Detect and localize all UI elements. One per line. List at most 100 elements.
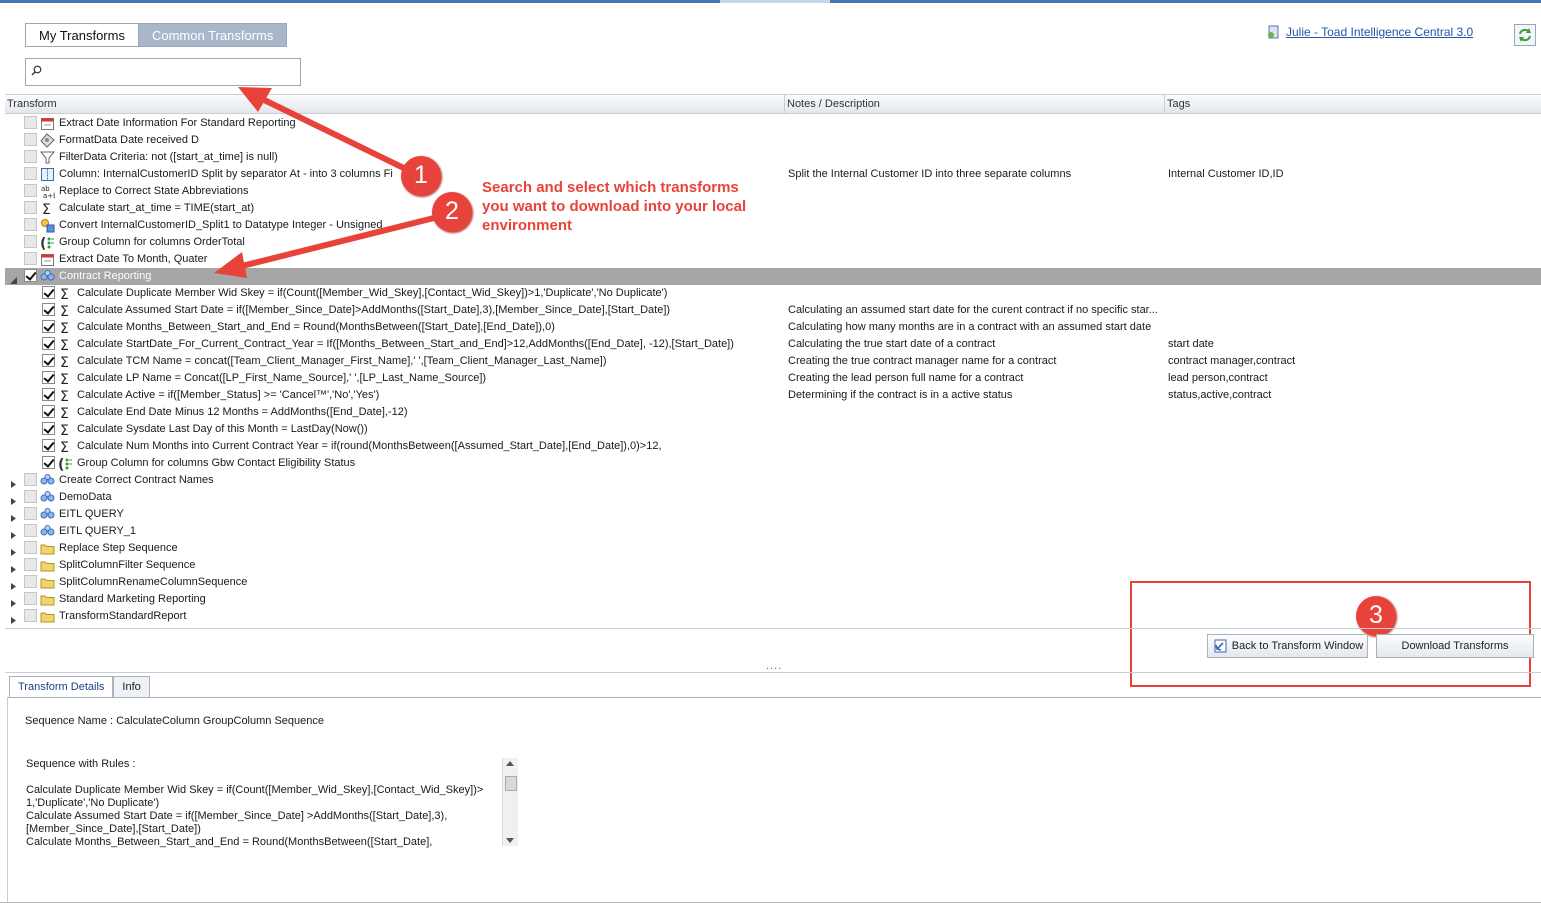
row-checkbox[interactable] bbox=[24, 558, 37, 571]
tree-group-row[interactable]: DemoData bbox=[5, 489, 1541, 506]
tab-info[interactable]: Info bbox=[113, 676, 150, 698]
table-row[interactable]: Extract Date Information For Standard Re… bbox=[5, 115, 1541, 132]
row-checkbox[interactable] bbox=[42, 405, 55, 418]
row-checkbox[interactable] bbox=[24, 473, 37, 486]
row-checkbox[interactable] bbox=[24, 167, 37, 180]
expand-icon[interactable] bbox=[10, 528, 17, 539]
table-row[interactable]: Σ Calculate Sysdate Last Day of this Mont… bbox=[5, 421, 1541, 439]
table-row[interactable]: Extract Date To Month, Quater bbox=[5, 251, 1541, 268]
row-checkbox[interactable] bbox=[24, 133, 37, 146]
row-checkbox[interactable] bbox=[42, 371, 55, 384]
step-badge-1: 1 bbox=[401, 156, 441, 196]
svg-text:Σ: Σ bbox=[60, 287, 69, 301]
row-checkbox[interactable] bbox=[24, 507, 37, 520]
table-row[interactable]: Σ Calculate End Date Minus 12 Months = Ad… bbox=[5, 404, 1541, 422]
tree-group-row[interactable]: Create Correct Contract Names bbox=[5, 472, 1541, 489]
table-row[interactable]: Convert InternalCustomerID_Split1 to Dat… bbox=[5, 217, 1541, 234]
table-row[interactable]: Σ Calculate StartDate_For_Current_Contrac… bbox=[5, 336, 1541, 354]
row-checkbox[interactable] bbox=[24, 218, 37, 231]
tree-group-row[interactable]: EITL QUERY bbox=[5, 506, 1541, 523]
table-row[interactable]: Σ Calculate Assumed Start Date = if([Memb… bbox=[5, 302, 1541, 320]
row-checkbox[interactable] bbox=[42, 439, 55, 452]
row-checkbox[interactable] bbox=[24, 490, 37, 503]
tree-group-row[interactable]: Contract Reporting bbox=[5, 268, 1541, 285]
row-checkbox[interactable] bbox=[24, 609, 37, 622]
table-row[interactable]: FilterData Criteria: not ([start_at_time… bbox=[5, 149, 1541, 166]
tree-group-row[interactable]: SplitColumnFilter Sequence bbox=[5, 557, 1541, 574]
scroll-down-icon[interactable] bbox=[506, 838, 514, 843]
step-badge-2: 2 bbox=[432, 192, 472, 232]
row-label: Column: InternalCustomerID Split by sepa… bbox=[59, 168, 393, 180]
table-row[interactable]: (Group Column for columns OrderTotal bbox=[5, 234, 1541, 252]
row-checkbox[interactable] bbox=[42, 422, 55, 435]
row-checkbox[interactable] bbox=[42, 303, 55, 316]
row-checkbox[interactable] bbox=[24, 524, 37, 537]
row-checkbox[interactable] bbox=[24, 541, 37, 554]
row-label: FilterData Criteria: not ([start_at_time… bbox=[59, 151, 278, 163]
scroll-up-icon[interactable] bbox=[506, 761, 514, 766]
row-checkbox[interactable] bbox=[42, 354, 55, 367]
table-row[interactable]: Σ Calculate TCM Name = concat([Team_Clien… bbox=[5, 353, 1541, 371]
table-row[interactable]: Σ Calculate Num Months into Current Contr… bbox=[5, 438, 1541, 456]
expand-icon[interactable] bbox=[10, 613, 17, 624]
column-header-tags[interactable]: Tags bbox=[1165, 95, 1541, 114]
replace-icon: aba+b bbox=[40, 184, 58, 200]
row-label: Create Correct Contract Names bbox=[59, 474, 214, 486]
table-row[interactable]: Σ Calculate start_at_time = TIME(start_at… bbox=[5, 200, 1541, 218]
expand-icon[interactable] bbox=[10, 562, 17, 573]
folder-icon bbox=[40, 558, 55, 573]
row-checkbox[interactable] bbox=[42, 286, 55, 299]
row-checkbox[interactable] bbox=[24, 269, 37, 282]
folder-icon bbox=[40, 609, 55, 624]
table-row[interactable]: Σ Calculate Duplicate Member Wid Skey = i… bbox=[5, 285, 1541, 303]
row-checkbox[interactable] bbox=[24, 184, 37, 197]
sequence-icon bbox=[40, 269, 55, 284]
rules-scrollbar[interactable] bbox=[502, 758, 518, 846]
table-row[interactable]: Σ Calculate Active = if([Member_Status] >… bbox=[5, 387, 1541, 405]
expand-icon[interactable] bbox=[10, 477, 17, 488]
column-header-transform[interactable]: Transform bbox=[5, 95, 785, 114]
table-row[interactable]: Σ Calculate Months_Between_Start_and_End … bbox=[5, 319, 1541, 337]
tab-my-transforms[interactable]: My Transforms bbox=[25, 23, 139, 47]
back-to-transform-window-button[interactable]: Back to Transform Window bbox=[1207, 634, 1368, 658]
row-checkbox[interactable] bbox=[42, 337, 55, 350]
splitter-grip[interactable]: .... bbox=[766, 660, 782, 672]
row-checkbox[interactable] bbox=[42, 320, 55, 333]
table-row[interactable]: Σ Calculate LP Name = Concat([LP_First_Na… bbox=[5, 370, 1541, 388]
table-row[interactable]: aba+bReplace to Correct State Abbreviati… bbox=[5, 183, 1541, 200]
expand-icon[interactable] bbox=[10, 511, 17, 522]
tab-transform-details[interactable]: Transform Details bbox=[9, 676, 114, 698]
expand-icon[interactable] bbox=[10, 494, 17, 505]
sigma-icon: Σ bbox=[58, 405, 73, 422]
transform-list: Extract Date Information For Standard Re… bbox=[5, 115, 1541, 625]
refresh-button[interactable] bbox=[1514, 24, 1536, 46]
row-checkbox[interactable] bbox=[24, 235, 37, 248]
filter-icon bbox=[39, 150, 56, 165]
account-link[interactable]: Julie - Toad Intelligence Central 3.0 bbox=[1286, 25, 1473, 39]
row-label: Calculate Duplicate Member Wid Skey = if… bbox=[77, 287, 668, 299]
row-label: Contract Reporting bbox=[59, 270, 152, 282]
tree-group-row[interactable]: EITL QUERY_1 bbox=[5, 523, 1541, 540]
table-row[interactable]: FormatData Date received D bbox=[5, 132, 1541, 149]
download-transforms-button[interactable]: Download Transforms bbox=[1376, 634, 1534, 658]
scroll-thumb[interactable] bbox=[505, 776, 517, 791]
tab-common-transforms[interactable]: Common Transforms bbox=[138, 23, 288, 47]
expand-icon[interactable] bbox=[10, 596, 17, 607]
row-checkbox[interactable] bbox=[24, 201, 37, 214]
row-checkbox[interactable] bbox=[24, 252, 37, 265]
table-row[interactable]: (Group Column for columns Gbw Contact El… bbox=[5, 455, 1541, 473]
table-row[interactable]: Column: InternalCustomerID Split by sepa… bbox=[5, 166, 1541, 183]
row-checkbox[interactable] bbox=[24, 116, 37, 129]
svg-text:Σ: Σ bbox=[42, 202, 51, 216]
row-checkbox[interactable] bbox=[42, 456, 55, 469]
row-checkbox[interactable] bbox=[24, 592, 37, 605]
column-header-notes[interactable]: Notes / Description bbox=[785, 95, 1165, 114]
expand-icon[interactable] bbox=[10, 579, 17, 590]
expand-icon[interactable] bbox=[10, 545, 17, 556]
row-checkbox[interactable] bbox=[24, 575, 37, 588]
tree-group-row[interactable]: Replace Step Sequence bbox=[5, 540, 1541, 557]
row-checkbox[interactable] bbox=[24, 150, 37, 163]
search-input[interactable] bbox=[25, 58, 301, 86]
row-checkbox[interactable] bbox=[42, 388, 55, 401]
collapse-icon[interactable] bbox=[10, 273, 17, 284]
